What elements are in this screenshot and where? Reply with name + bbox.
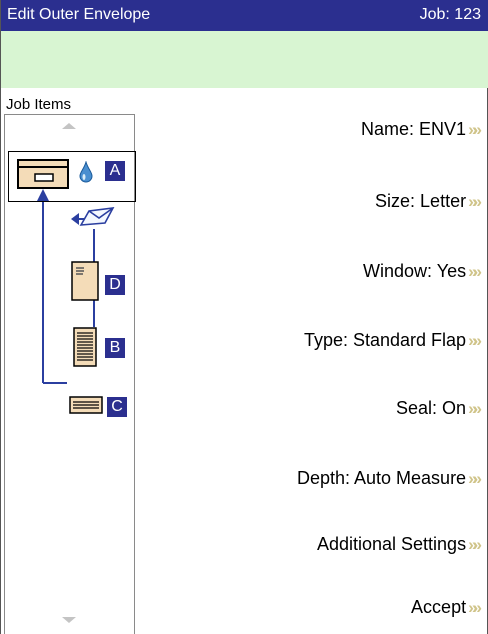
document-stack-icon: [73, 327, 97, 367]
name-setting-label: Name: ENV1: [361, 119, 467, 139]
ink-drop-icon: [79, 161, 93, 183]
status-bar: [1, 31, 488, 88]
double-chevron-right-icon: »»: [468, 398, 482, 418]
double-chevron-right-icon: »»: [468, 597, 482, 617]
item-letter-badge: D: [105, 275, 125, 295]
double-chevron-right-icon: »»: [468, 261, 482, 281]
window-setting-button[interactable]: Window: Yes »»: [363, 261, 482, 282]
double-chevron-right-icon: »»: [468, 119, 482, 139]
double-chevron-right-icon: »»: [468, 534, 482, 554]
size-setting-label: Size: Letter: [375, 191, 467, 211]
job-items-label: Job Items: [6, 96, 72, 113]
reply-envelope-icon: [69, 396, 103, 414]
title-bar: Edit Outer Envelope Job: 123: [1, 0, 488, 31]
double-chevron-right-icon: »»: [468, 330, 482, 350]
item-letter-badge: B: [105, 338, 125, 358]
accept-label: Accept: [411, 597, 467, 617]
job-number: Job: 123: [419, 6, 481, 23]
type-setting-button[interactable]: Type: Standard Flap »»: [303, 330, 482, 351]
job-items-tree: A D B C: [4, 114, 136, 634]
depth-setting-label: Depth: Auto Measure: [296, 468, 467, 488]
page-title: Edit Outer Envelope: [7, 6, 151, 23]
accept-button[interactable]: Accept »»: [411, 597, 482, 618]
item-letter-badge: A: [105, 161, 125, 181]
document-icon: [71, 261, 99, 301]
double-chevron-right-icon: »»: [468, 191, 482, 211]
depth-setting-button[interactable]: Depth: Auto Measure »»: [296, 468, 482, 489]
envelope-icon: [17, 159, 69, 189]
item-letter-badge: C: [107, 397, 127, 417]
type-setting-label: Type: Standard Flap: [303, 330, 467, 350]
screen: Edit Outer Envelope Job: 123 Job Items A…: [0, 0, 488, 634]
additional-settings-label: Additional Settings: [316, 534, 467, 554]
seal-setting-button[interactable]: Seal: On »»: [396, 398, 482, 419]
insert-envelope-icon: [79, 207, 115, 226]
size-setting-button[interactable]: Size: Letter »»: [375, 191, 482, 212]
double-chevron-right-icon: »»: [468, 468, 482, 488]
additional-settings-button[interactable]: Additional Settings »»: [316, 534, 482, 555]
scroll-down-arrow-icon[interactable]: [62, 617, 76, 623]
seal-setting-label: Seal: On: [396, 398, 467, 418]
name-setting-button[interactable]: Name: ENV1 »»: [361, 119, 482, 140]
window-setting-label: Window: Yes: [363, 261, 467, 281]
